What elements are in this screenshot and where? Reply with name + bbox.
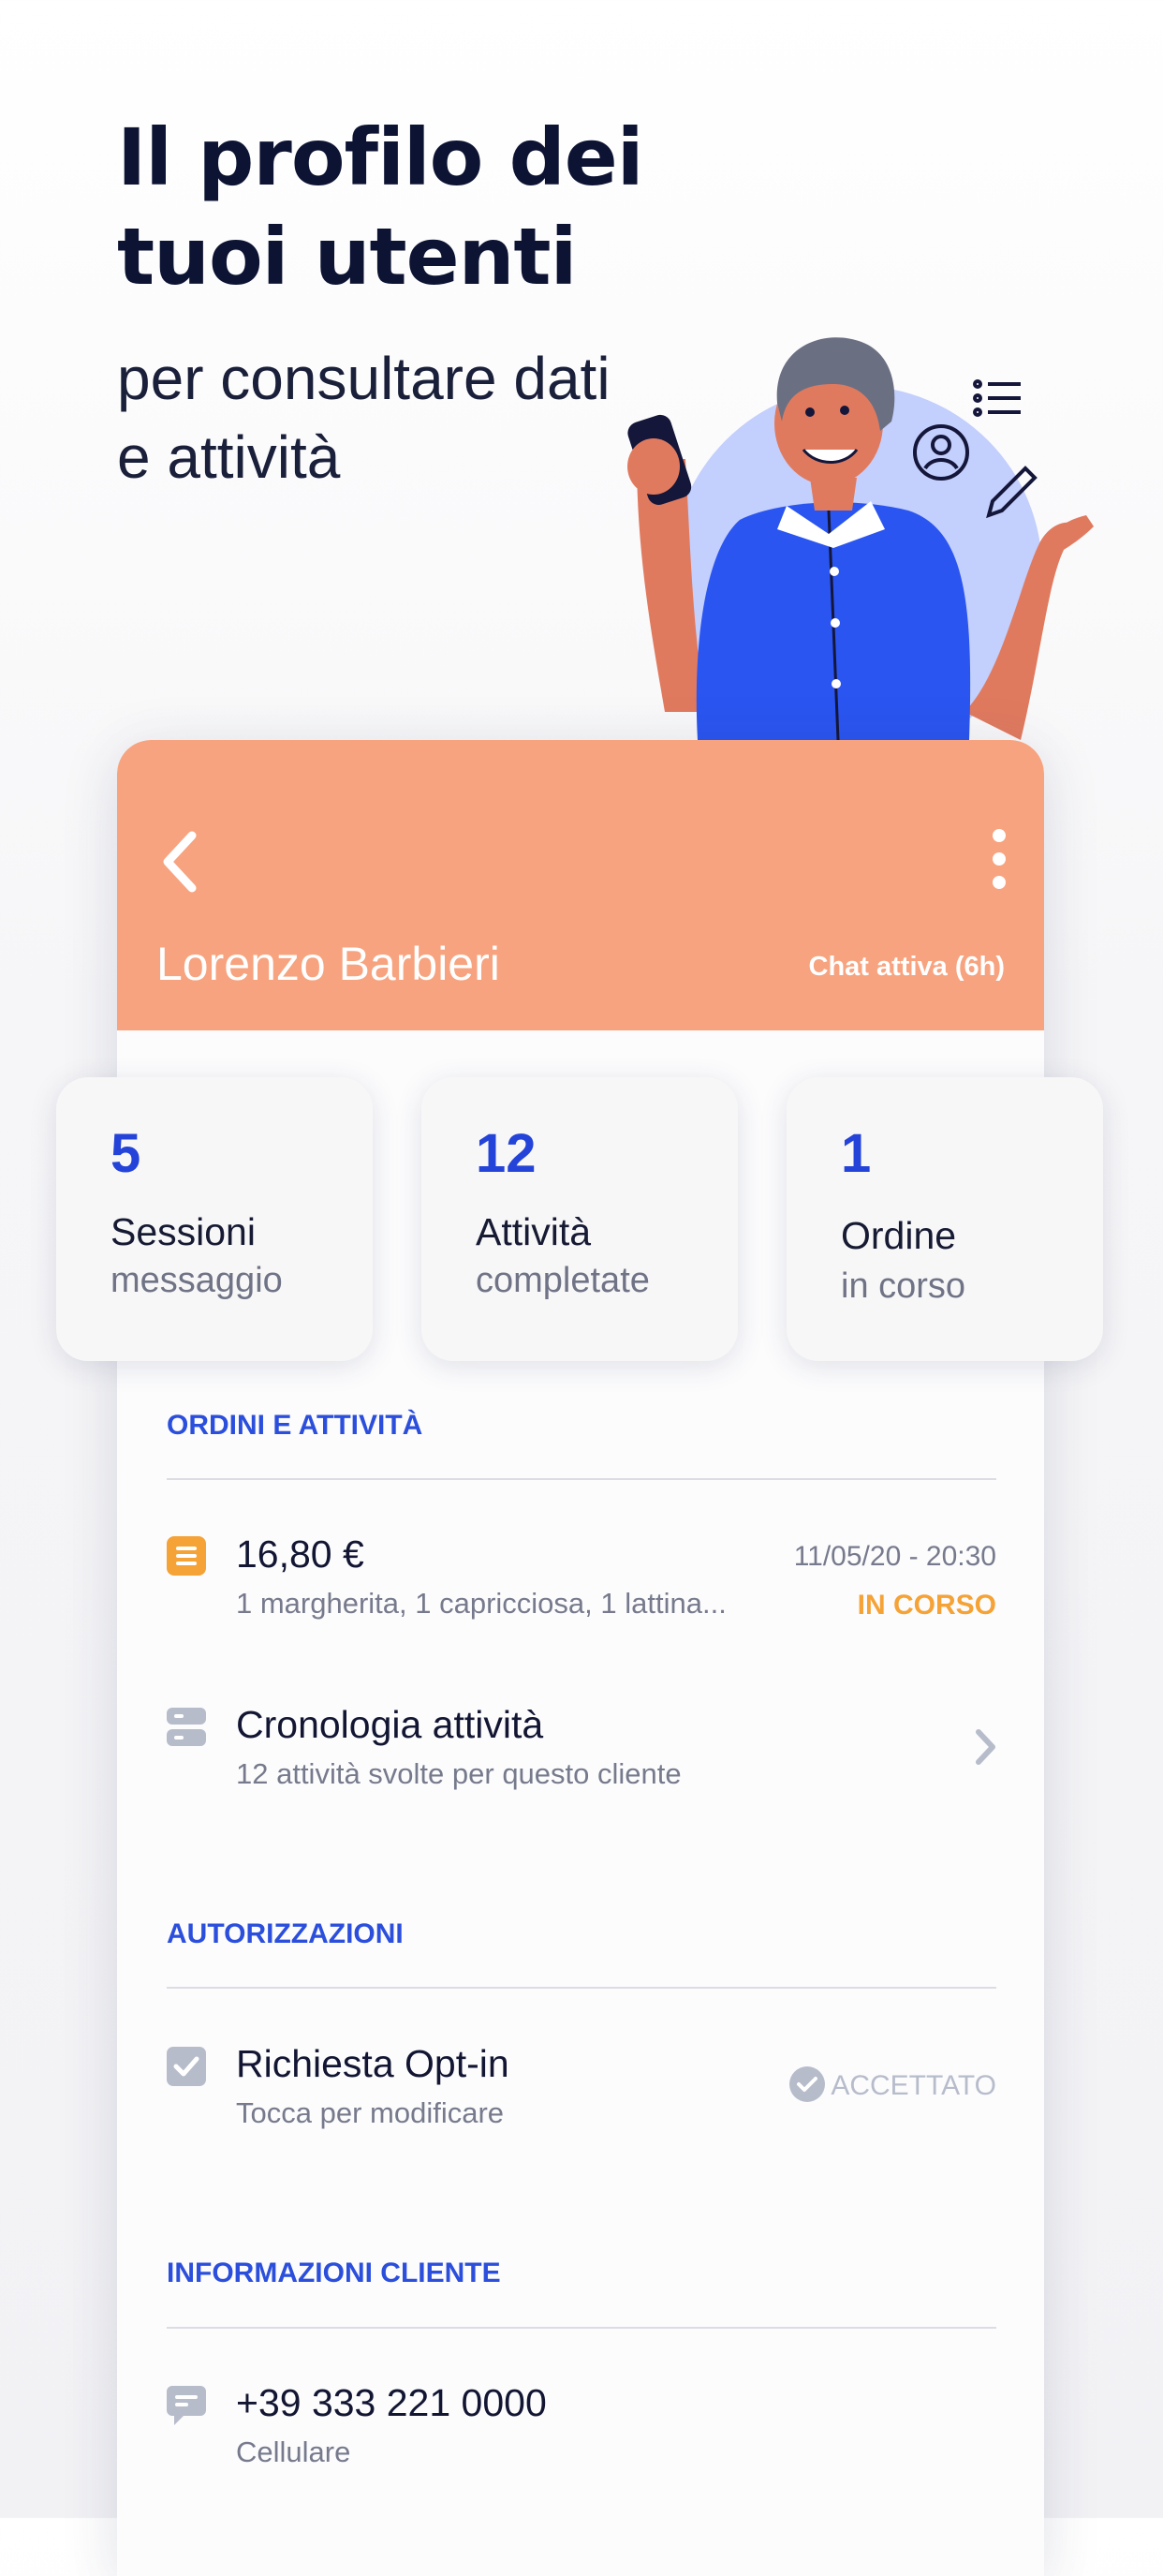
stat-sub: completate xyxy=(476,1261,650,1300)
hero-title: Il profilo dei tuoi utenti xyxy=(117,111,644,303)
optin-title[interactable]: Richiesta Opt-in xyxy=(236,2042,509,2086)
divider xyxy=(167,1478,996,1480)
stat-sub: messaggio xyxy=(110,1261,283,1300)
checkbox-icon[interactable] xyxy=(167,2047,206,2086)
divider xyxy=(167,1987,996,1989)
divider xyxy=(167,2327,996,2329)
stack-icon xyxy=(167,1708,206,1746)
chevron-right-icon[interactable] xyxy=(971,1726,999,1768)
user-name: Lorenzo Barbieri xyxy=(156,938,500,990)
profile-header: Lorenzo Barbieri Chat attiva (6h) xyxy=(117,740,1044,1030)
chat-bubble-icon xyxy=(167,2386,206,2425)
contact-phone[interactable]: +39 333 221 0000 xyxy=(236,2381,547,2425)
order-amount[interactable]: 16,80 € xyxy=(236,1532,364,1577)
section-auth-title: AUTORIZZAZIONI xyxy=(167,1918,404,1949)
stat-activities[interactable]: 12 Attività completate xyxy=(421,1077,738,1361)
contact-type: Cellulare xyxy=(236,2435,351,2468)
order-datetime: 11/05/20 - 20:30 xyxy=(793,1541,996,1572)
person-illustration xyxy=(627,337,1094,740)
stat-sub: in corso xyxy=(841,1266,966,1306)
order-status-badge: IN CORSO xyxy=(857,1590,996,1621)
section-orders-title: ORDINI E ATTIVITÀ xyxy=(167,1410,423,1441)
stat-sessions[interactable]: 5 Sessioni messaggio xyxy=(56,1077,373,1361)
optin-sub: Tocca per modificare xyxy=(236,2096,505,2129)
history-sub: 12 attività svolte per questo cliente xyxy=(236,1757,682,1790)
receipt-icon xyxy=(167,1536,206,1576)
stat-label: Ordine xyxy=(841,1214,957,1257)
back-arrow-icon[interactable] xyxy=(153,824,209,899)
section-info-title: INFORMAZIONI CLIENTE xyxy=(167,2258,501,2288)
check-circle-icon xyxy=(789,2066,825,2102)
profile-card: Lorenzo Barbieri Chat attiva (6h) xyxy=(117,740,1044,2576)
stat-orders[interactable]: 1 Ordine in corso xyxy=(787,1077,1103,1361)
stat-label: Sessioni xyxy=(110,1210,256,1253)
stat-label: Attività xyxy=(476,1210,592,1253)
chat-status: Chat attiva (6h) xyxy=(808,952,1005,982)
more-vertical-icon[interactable] xyxy=(982,826,1016,892)
history-title[interactable]: Cronologia attività xyxy=(236,1703,543,1747)
stat-value: 5 xyxy=(110,1123,141,1184)
order-items: 1 margherita, 1 capricciosa, 1 lattina..… xyxy=(236,1587,727,1620)
stat-value: 1 xyxy=(841,1123,872,1184)
hero-subtitle: per consultare dati e attività xyxy=(117,345,611,491)
stat-value: 12 xyxy=(476,1123,537,1184)
optin-status: ACCETTATO xyxy=(831,2070,996,2101)
